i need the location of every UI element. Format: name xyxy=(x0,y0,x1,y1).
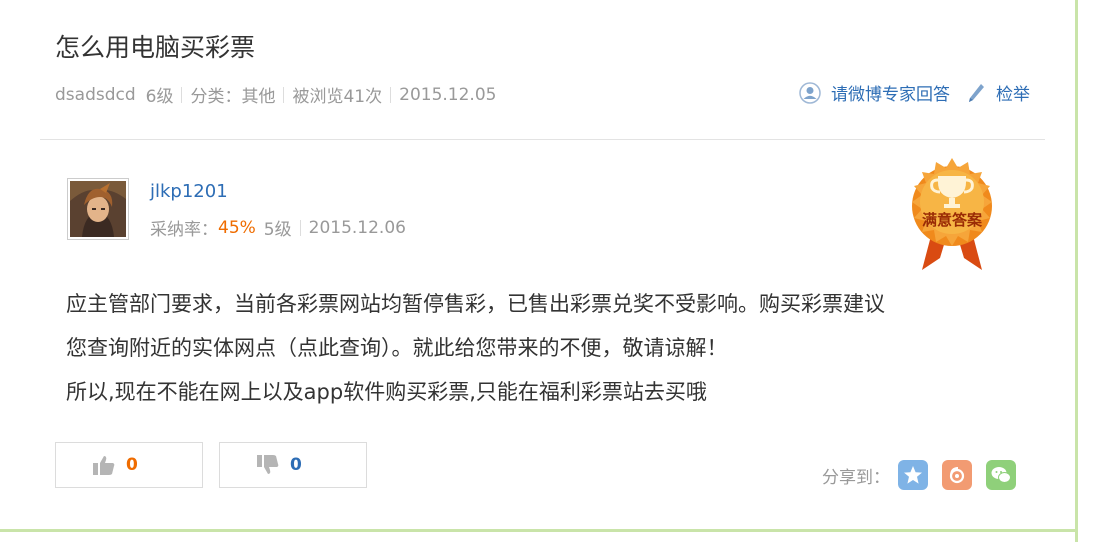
share-wechat-button[interactable] xyxy=(986,460,1016,490)
share-label: 分享到： xyxy=(822,467,890,488)
frame-bottom-border xyxy=(0,529,1078,532)
answer-date: 2015.12.06 xyxy=(308,217,406,238)
satisfied-answer-badge: 满意答案 xyxy=(902,152,1002,272)
ask-expert-button[interactable]: 请微博专家回答 xyxy=(799,80,950,105)
question-title: 怎么用电脑买彩票 xyxy=(55,33,256,62)
question-date: 2015.12.05 xyxy=(399,84,497,105)
question-author-level: 6级 xyxy=(145,87,174,107)
expert-user-icon xyxy=(799,81,821,104)
thumbs-up-icon xyxy=(93,456,115,475)
answer-line: 您查询附近的实体网点（点此查询）。就此给您带来的不便，敬请谅解！ xyxy=(66,336,728,360)
meta-separator xyxy=(390,86,392,103)
answer-meta: 采纳率： 45% 5级 2015.12.06 xyxy=(150,215,406,241)
upvote-button[interactable]: 0 xyxy=(55,442,203,488)
ask-expert-label: 请微博专家回答 xyxy=(831,85,950,105)
answer-username[interactable]: jlkp1201 xyxy=(150,181,228,202)
pen-icon xyxy=(969,83,984,102)
thumbs-down-icon xyxy=(257,455,279,474)
question-meta: dsadsdcd 6级 分类：其他 被浏览41次 2015.12.05 xyxy=(55,82,497,108)
downvote-count: 0 xyxy=(290,455,302,475)
question-views: 被浏览41次 xyxy=(292,87,383,107)
meta-separator xyxy=(181,86,183,103)
answer-line: 应主管部门要求，当前各彩票网站均暂停售彩，已售出彩票兑奖不受影响。购买彩票建议 xyxy=(66,292,885,316)
question-category: 分类：其他 xyxy=(190,87,276,107)
section-divider xyxy=(40,139,1045,140)
meta-separator xyxy=(299,219,301,236)
answer-line: 所以,现在不能在网上以及app软件购买彩票,只能在福利彩票站去买哦 xyxy=(66,380,707,404)
downvote-button[interactable]: 0 xyxy=(219,442,367,488)
upvote-count: 0 xyxy=(126,455,138,475)
report-label: 检举 xyxy=(996,85,1030,105)
tencent-weibo-icon xyxy=(949,467,965,484)
adopt-rate-label: 采纳率： xyxy=(150,220,218,240)
weibo-star-icon xyxy=(904,466,922,484)
answerer-level: 5级 xyxy=(263,220,292,240)
answer-content: 应主管部门要求，当前各彩票网站均暂停售彩，已售出彩票兑奖不受影响。购买彩票建议 … xyxy=(66,282,1026,414)
question-actions: 请微博专家回答 检举 xyxy=(799,80,1030,105)
avatar[interactable] xyxy=(67,178,129,240)
wechat-icon xyxy=(991,467,1011,483)
question-author[interactable]: dsadsdcd xyxy=(55,85,136,105)
badge-label: 满意答案 xyxy=(922,211,983,229)
share-weibo-button[interactable] xyxy=(898,460,928,490)
meta-separator xyxy=(283,86,285,103)
report-button[interactable]: 检举 xyxy=(966,80,1030,105)
share-tencent-button[interactable] xyxy=(942,460,972,490)
adopt-rate-value: 45% xyxy=(218,217,256,238)
share-bar: 分享到： xyxy=(822,460,1016,490)
frame-right-border xyxy=(1075,0,1078,542)
